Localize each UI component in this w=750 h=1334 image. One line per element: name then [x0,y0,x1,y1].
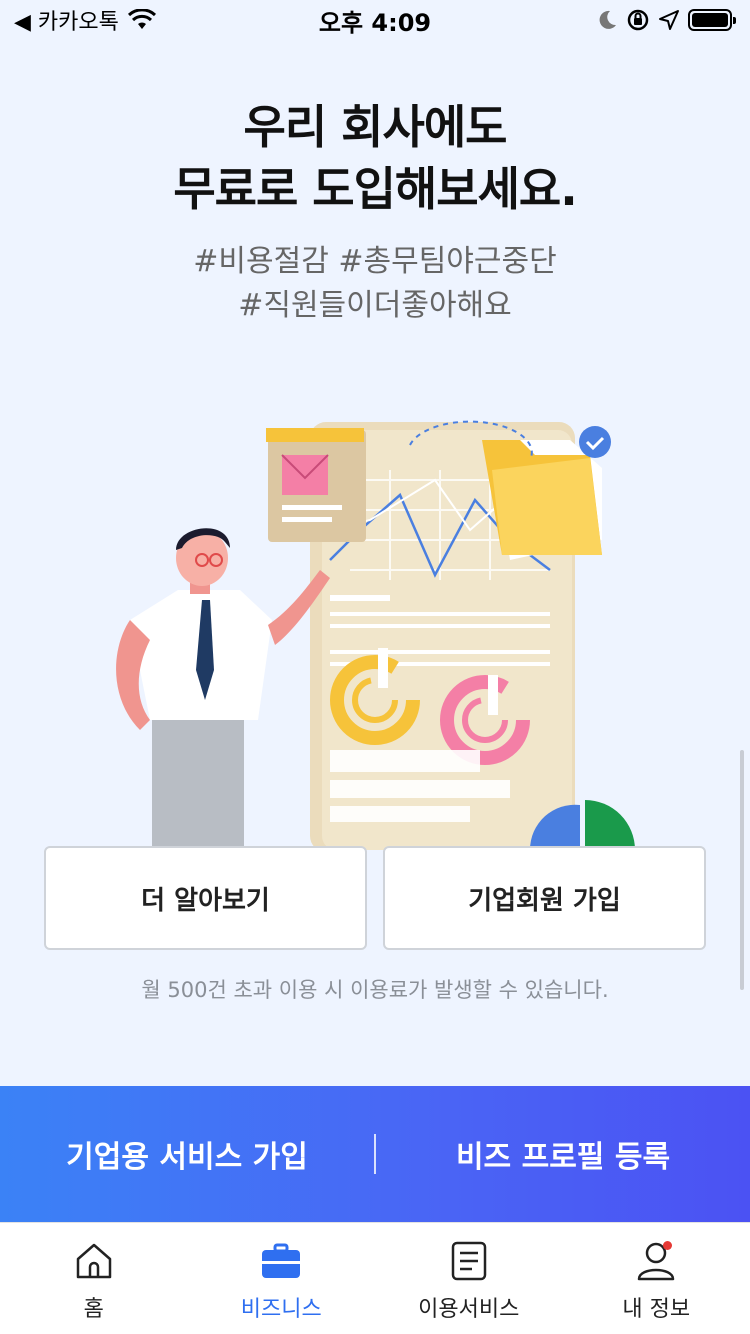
enterprise-service-signup-link[interactable]: 기업용 서비스 가입 [0,1132,374,1176]
hero-illustration [90,400,670,850]
briefcase-icon [262,1243,301,1278]
action-button-row: 더 알아보기 기업회원 가입 [44,846,706,950]
tab-home[interactable]: 홈 [0,1223,188,1334]
tab-home-label: 홈 [83,1297,104,1322]
battery-icon [688,9,736,31]
tab-services-label: 이용서비스 [418,1297,520,1322]
hashtag-line-2: #직원들이더좋아해요 [238,288,512,323]
tab-my-info[interactable]: 내 정보 [563,1223,750,1334]
pricing-note: 월 500건 초과 이용 시 이용료가 발생할 수 있습니다. [141,978,609,1002]
scrollbar[interactable] [740,750,744,990]
notification-dot [662,1241,672,1250]
learn-more-button[interactable]: 더 알아보기 [44,846,367,950]
hashtag-line-1: #비용절감 #총무팀야근중단 [193,244,557,279]
back-to-app-link[interactable]: ◀ 카카오톡 [14,4,119,36]
business-man-illustration [116,420,635,850]
location-icon [659,10,679,30]
signup-banner: 기업용 서비스 가입 비즈 프로필 등록 [0,1086,750,1222]
hashtags: #비용절감 #총무팀야근중단 #직원들이더좋아해요 [0,240,750,328]
title-line-2: 무료로 도입해보세요. [173,162,577,216]
rotation-lock-icon [627,9,649,31]
home-icon [76,1243,111,1279]
status-bar: ◀ 카카오톡 오후 4:09 [0,0,750,40]
tab-services[interactable]: 이용서비스 [375,1223,563,1334]
tab-business-label: 비즈니스 [240,1297,322,1322]
title-line-1: 우리 회사에도 [243,100,508,154]
tab-my-info-label: 내 정보 [622,1297,691,1322]
corporate-signup-button[interactable]: 기업회원 가입 [383,846,706,950]
moon-icon [599,10,616,29]
bottom-tab-bar: 홈 비즈니스 이용서비스 내 정보 [0,1222,750,1334]
wifi-icon [127,9,156,29]
page-title: 우리 회사에도 무료로 도입해보세요. [0,96,750,220]
person-icon [638,1242,675,1281]
document-icon [451,1241,486,1281]
biz-profile-register-link[interactable]: 비즈 프로필 등록 [376,1132,750,1176]
tab-business[interactable]: 비즈니스 [188,1223,376,1334]
